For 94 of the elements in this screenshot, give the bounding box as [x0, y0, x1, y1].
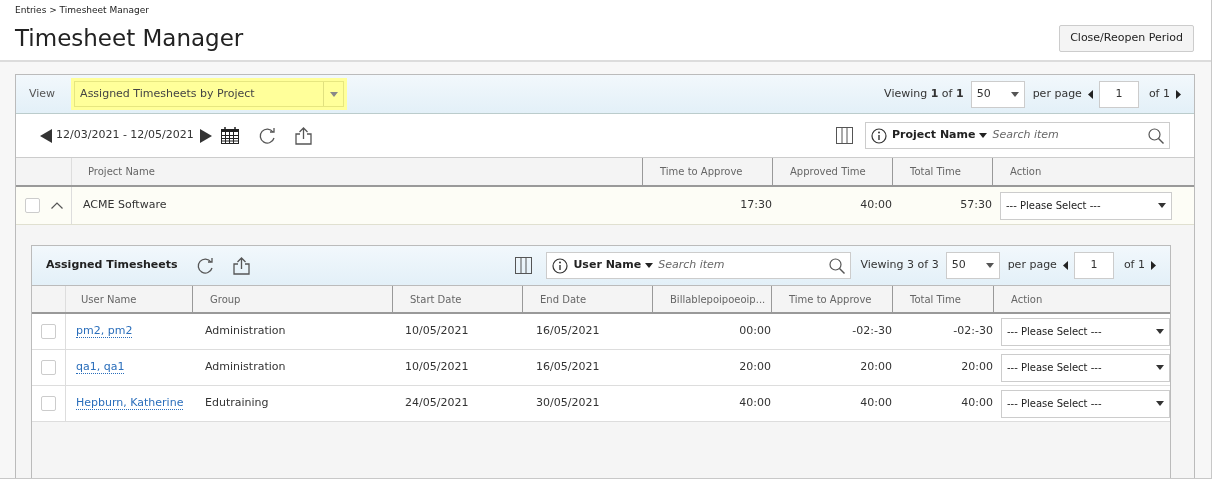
search-icon[interactable]	[829, 257, 846, 274]
previous-icon[interactable]	[40, 128, 52, 143]
calendar-icon[interactable]	[220, 127, 239, 144]
caret-icon	[1158, 203, 1166, 208]
share-icon[interactable]	[294, 126, 312, 145]
columns-icon[interactable]	[515, 257, 533, 274]
column-header: Start Date	[410, 292, 462, 307]
action-dropdown[interactable]: --- Please Select ---	[1001, 353, 1170, 382]
per-page-label: per page	[1007, 257, 1057, 274]
column-header: Billablepoipoeoip...	[670, 292, 766, 307]
table-cell-text: 20:00	[859, 359, 892, 376]
column-header: Group	[210, 292, 241, 307]
next-page-icon[interactable]	[1151, 261, 1156, 270]
page-field[interactable]: 1	[1073, 252, 1114, 279]
column-header: Action	[1010, 165, 1042, 179]
info-icon	[552, 257, 569, 274]
column-header: User Name	[81, 292, 137, 307]
next-icon[interactable]	[199, 128, 212, 143]
viewing-count: Viewing 3 of 3	[860, 257, 939, 274]
table-cell-text: 00:00	[738, 323, 771, 340]
column-header: Time to Approve	[660, 165, 743, 179]
table-cell-text: 57:30	[959, 197, 992, 214]
info-icon	[871, 127, 887, 144]
caret-icon	[1156, 365, 1164, 370]
caret-icon	[979, 133, 988, 138]
column-header: Approved Time	[790, 165, 866, 179]
user-link[interactable]: qa1, qa1	[76, 360, 125, 375]
table-cell-text: -02:-30	[851, 323, 892, 340]
user-link[interactable]: pm2, pm2	[76, 324, 133, 339]
table-cell-text: 40:00	[859, 197, 892, 214]
viewing-count: Viewing 1 of 1	[884, 85, 964, 102]
per-page-dropdown[interactable]: 50	[970, 80, 1025, 108]
page-title: Timesheet Manager	[15, 26, 244, 50]
table-cell-text: 24/05/2021	[404, 395, 470, 412]
refresh-icon[interactable]	[257, 126, 276, 145]
column-header: Time to Approve	[789, 292, 872, 307]
table-cell-text: 40:00	[859, 395, 892, 412]
table-cell-text: 40:00	[960, 395, 993, 412]
panel-title: Assigned Timesheets	[46, 257, 178, 274]
column-header: End Date	[540, 292, 587, 307]
previous-page-icon[interactable]	[1062, 261, 1068, 270]
table-cell-text: 30/05/2021	[535, 395, 601, 412]
search-field[interactable]: Project Name Search item	[865, 122, 1170, 149]
search-icon[interactable]	[1148, 127, 1164, 144]
collapse-icon[interactable]	[51, 202, 63, 209]
view-dropdown[interactable]: Assigned Timesheets by Project	[74, 81, 345, 107]
search-field-dropdown[interactable]: Project Name	[892, 127, 988, 144]
table-cell-text: 10/05/2021	[404, 359, 470, 376]
columns-icon[interactable]	[836, 127, 853, 144]
table-cell-text: Edutraining	[204, 395, 270, 412]
caret-icon	[329, 91, 338, 97]
table-cell-text: 16/05/2021	[535, 359, 601, 376]
share-icon[interactable]	[232, 256, 250, 275]
search-field[interactable]: User Name Search item	[546, 252, 852, 279]
page-field[interactable]: 1	[1098, 80, 1139, 108]
table-cell-text: 20:00	[960, 359, 993, 376]
checkbox[interactable]	[41, 360, 56, 375]
table-cell-text: Administration	[204, 359, 287, 376]
caret-icon	[985, 263, 994, 268]
caret-icon	[1156, 401, 1164, 406]
breadcrumb: Entries > Timesheet Manager	[15, 4, 150, 17]
table-cell-text: 17:30	[739, 197, 772, 214]
view-label: View	[29, 85, 56, 102]
caret-icon	[1156, 329, 1164, 334]
page-total: of 1	[1123, 257, 1145, 274]
page-total: of 1	[1148, 85, 1170, 102]
previous-page-icon[interactable]	[1087, 89, 1093, 99]
table-cell-text: 10/05/2021	[404, 323, 470, 340]
column-header: Project Name	[88, 165, 155, 179]
action-dropdown[interactable]: --- Please Select ---	[1001, 317, 1170, 346]
caret-icon	[1010, 91, 1019, 97]
action-dropdown[interactable]: --- Please Select ---	[1001, 389, 1170, 418]
action-dropdown[interactable]: --- Please Select ---	[1000, 191, 1172, 220]
caret-icon	[645, 263, 654, 268]
close-reopen-button[interactable]: Close/Reopen Period	[1059, 25, 1194, 52]
search-field-dropdown[interactable]: User Name	[573, 257, 654, 274]
table-cell-text: Administration	[204, 323, 287, 340]
table-cell-text: 16/05/2021	[535, 323, 601, 340]
per-page-label: per page	[1032, 85, 1082, 102]
checkbox[interactable]	[25, 198, 40, 213]
table-cell-text: 40:00	[738, 395, 771, 412]
date-range: 12/03/2021 - 12/05/2021	[56, 127, 194, 144]
column-header: Total Time	[910, 292, 961, 307]
table-cell-text: -02:-30	[952, 323, 993, 340]
column-header: Action	[1011, 292, 1043, 307]
checkbox[interactable]	[41, 324, 56, 339]
column-header: Total Time	[910, 165, 961, 179]
refresh-icon[interactable]	[195, 256, 214, 275]
next-page-icon[interactable]	[1176, 89, 1181, 99]
table-cell-text: 20:00	[738, 359, 771, 376]
per-page-dropdown[interactable]: 50	[945, 252, 1000, 279]
table-cell-text: ACME Software	[82, 197, 168, 214]
user-link[interactable]: Hepburn, Katherine	[76, 396, 184, 411]
checkbox[interactable]	[41, 396, 56, 411]
